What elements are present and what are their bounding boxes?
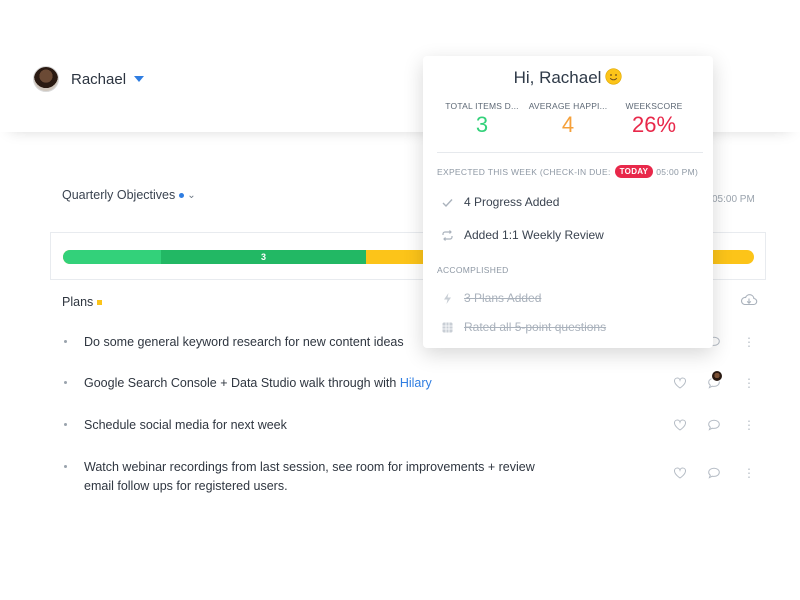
due-time: 05:00 PM [712,194,755,205]
bullet [64,340,67,343]
heart-icon[interactable] [673,466,687,480]
mention-link[interactable]: Hilary [400,376,432,390]
heart-icon[interactable] [673,376,687,390]
user-name: Rachael [71,70,127,88]
commenter-avatar [711,370,723,382]
divider [437,152,703,153]
list-item[interactable]: Watch webinar recordings from last sessi… [60,458,760,496]
smiley-icon [605,68,623,85]
today-badge: TODAY [614,165,654,178]
caret-down-icon [134,76,145,82]
greeting: Hi, Rachael [423,68,713,88]
grid-icon [442,322,453,332]
bullet [64,465,67,468]
comment-icon[interactable] [707,466,721,480]
expected-task[interactable]: Added 1:1 Weekly Review [441,228,604,242]
status-dot [97,299,103,305]
more-vertical-icon[interactable]: ⋮ [743,336,755,348]
list-item[interactable]: Schedule social media for next week ⋮ [60,416,760,435]
cloud-download-icon[interactable] [740,293,758,307]
weekly-summary-popover: Hi, Rachael TOTAL ITEMS D... 3 AVERAGE H… [423,56,713,348]
more-vertical-icon[interactable]: ⋮ [743,377,755,389]
plans-title: Plans [62,295,94,309]
row-actions: ⋮ [673,418,755,432]
expected-section-label: EXPECTED THIS WEEK (CHECK-IN DUE: TODAY … [437,165,699,178]
accomplished-section-label: ACCOMPLISHED [437,265,509,275]
stat-average-happiness: AVERAGE HAPPI... 4 [528,101,608,137]
plan-text: Schedule social media for next week [84,418,287,432]
more-vertical-icon[interactable]: ⋮ [743,467,755,479]
stat-total-items: TOTAL ITEMS D... 3 [445,101,519,137]
user-menu[interactable]: Rachael [33,66,145,92]
bullet [64,381,67,384]
accomplished-task: 3 Plans Added [441,291,541,305]
avatar [33,66,59,92]
objectives-title: Quarterly Objectives [62,188,176,202]
bullet [64,423,67,426]
more-vertical-icon[interactable]: ⋮ [743,419,755,431]
accomplished-task: Rated all 5-point questions [441,320,606,334]
status-dot [179,192,185,198]
list-item[interactable]: Google Search Console + Data Studio walk… [60,370,760,393]
comment-icon[interactable] [707,418,721,432]
plan-text: Watch webinar recordings from last sessi… [84,460,535,493]
bolt-icon [444,292,451,304]
progress-bar-segment: 3 [161,250,366,264]
row-actions: ⋮ [673,466,755,480]
chevron-down-icon: ⌄ [187,189,196,201]
quarterly-objectives-toggle[interactable]: Quarterly Objectives ⌄ [62,188,196,202]
heart-icon[interactable] [673,418,687,432]
plans-heading: Plans [62,295,103,309]
stat-weekscore: WEEKSCORE 26% [625,101,683,137]
plan-text: Google Search Console + Data Studio walk… [84,376,432,390]
check-icon [442,198,453,207]
expected-task[interactable]: 4 Progress Added [441,195,559,209]
repeat-icon [442,229,453,241]
progress-segment-label: 3 [260,252,266,262]
